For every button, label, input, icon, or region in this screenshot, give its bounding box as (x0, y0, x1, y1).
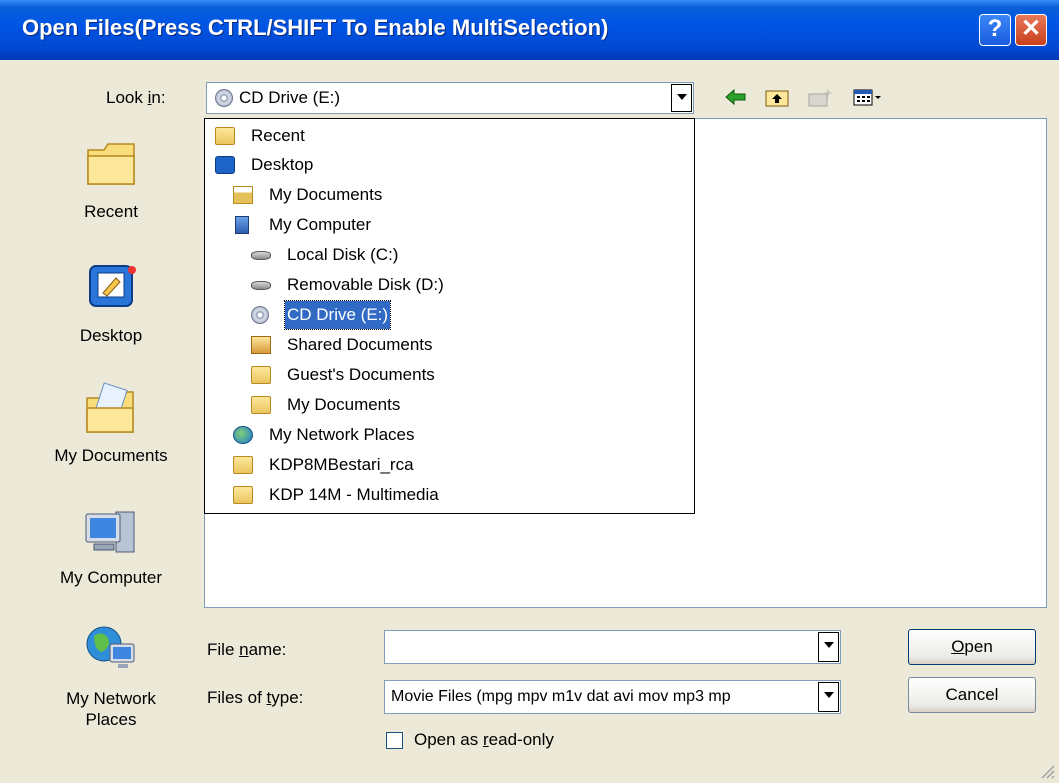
back-arrow-icon[interactable] (724, 86, 748, 108)
look-in-combo[interactable]: CD Drive (E:) (206, 82, 694, 114)
read-only-checkbox[interactable] (386, 732, 403, 749)
places-my-network-label: My Network Places (66, 689, 156, 729)
my-documents-icon (233, 186, 253, 204)
folder-icon (251, 366, 271, 384)
file-name-label: File name: (207, 640, 287, 659)
my-computer-icon (235, 216, 249, 234)
cancel-button[interactable]: Cancel (908, 677, 1036, 713)
places-recent[interactable]: Recent (31, 136, 191, 221)
hard-disk-icon (251, 251, 271, 260)
look-in-dropdown-button[interactable] (671, 84, 692, 112)
places-desktop[interactable]: Desktop (31, 260, 191, 345)
open-files-dialog: Open Files(Press CTRL/SHIFT To Enable Mu… (0, 0, 1059, 783)
up-one-level-icon[interactable] (764, 86, 790, 108)
help-button[interactable]: ? (979, 14, 1011, 46)
places-my-documents[interactable]: My Documents (31, 382, 191, 465)
open-button[interactable]: Open (908, 629, 1036, 665)
look-in-value: CD Drive (E:) (239, 88, 341, 107)
help-icon: ? (987, 15, 1003, 42)
files-of-type-label: Files of type: (207, 688, 304, 707)
removable-disk-icon (251, 281, 271, 290)
places-my-computer[interactable]: My Computer (31, 506, 191, 587)
folder-icon (233, 456, 253, 474)
dialog-title: Open Files(Press CTRL/SHIFT To Enable Mu… (22, 15, 609, 40)
look-in-dropdown-list: Recent Desktop My Documents My Computer … (204, 118, 695, 514)
files-of-type-combo[interactable]: Movie Files (mpg mpv m1v dat avi mov mp3… (384, 680, 841, 714)
places-my-network-places[interactable]: My Network Places (31, 622, 191, 729)
places-my-computer-label: My Computer (59, 568, 163, 587)
view-menu-icon[interactable] (852, 86, 882, 108)
file-name-combo[interactable] (384, 630, 841, 664)
file-name-dropdown-button[interactable] (818, 632, 839, 662)
folder-icon (251, 396, 271, 414)
folder-icon (215, 127, 235, 145)
title-bar[interactable]: Open Files(Press CTRL/SHIFT To Enable Mu… (0, 0, 1059, 60)
look-in-label: Look in: (106, 88, 166, 107)
close-button[interactable]: ✕ (1015, 14, 1047, 46)
files-of-type-value: Movie Files (mpg mpv m1v dat avi mov mp3… (391, 688, 731, 705)
cd-drive-icon (215, 89, 233, 107)
cd-drive-icon (251, 306, 269, 324)
places-desktop-label: Desktop (79, 326, 143, 345)
places-recent-label: Recent (84, 202, 138, 221)
resize-grip-icon[interactable] (1038, 762, 1056, 780)
files-of-type-dropdown-button[interactable] (818, 682, 839, 712)
read-only-label[interactable]: Open as read-only (414, 730, 554, 750)
close-icon: ✕ (1020, 15, 1042, 42)
shared-folder-icon (251, 336, 271, 354)
my-documents-icon (86, 382, 134, 433)
recent-folder-icon (87, 143, 135, 185)
desktop-icon (215, 156, 235, 174)
network-places-icon (86, 626, 135, 668)
folder-icon (233, 486, 253, 504)
network-places-icon (233, 426, 253, 444)
create-new-folder-icon (808, 88, 833, 107)
my-computer-icon (85, 511, 135, 553)
desktop-icon (89, 265, 136, 307)
places-my-documents-label: My Documents (54, 446, 168, 465)
